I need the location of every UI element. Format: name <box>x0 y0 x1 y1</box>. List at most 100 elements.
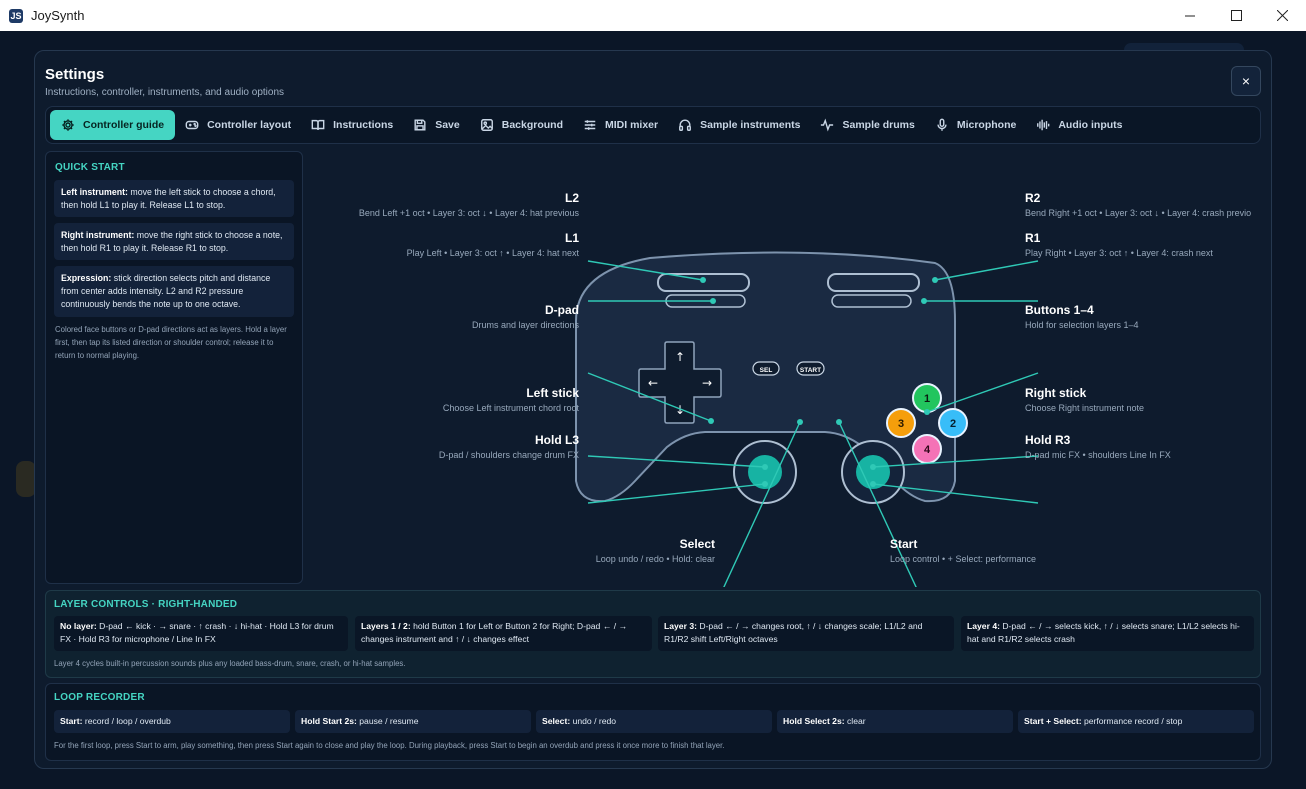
tab-save[interactable]: Save <box>403 110 470 140</box>
label-desc: D-pad mic FX • shoulders Line In FX <box>1025 450 1171 460</box>
modal-subtitle: Instructions, controller, instruments, a… <box>45 87 285 98</box>
anchor-dot-start <box>836 419 842 425</box>
tab-label: Save <box>435 119 460 131</box>
tab-microphone[interactable]: Microphone <box>925 110 1027 140</box>
maximize-button[interactable] <box>1213 0 1259 31</box>
label-title: R2 <box>1025 191 1041 205</box>
tab-midi-mixer[interactable]: MIDI mixer <box>573 110 668 140</box>
label-right-stick: Right stick Choose Right instrument note <box>1025 386 1144 413</box>
anchor-dot-r2 <box>932 277 938 283</box>
label-hold-l3: Hold L3 D-pad / shoulders change drum FX <box>439 433 579 460</box>
gamepad-icon <box>185 120 199 130</box>
layer-card: Layer 3: D-pad ← / → changes root, ↑ / ↓… <box>658 616 954 651</box>
maximize-icon <box>1230 10 1242 21</box>
quick-start-card: Right instrument: move the right stick t… <box>54 223 294 260</box>
anchor-dot-r1 <box>921 298 927 304</box>
label-desc: Choose Left instrument chord root <box>442 403 579 413</box>
label-desc: Play Left • Layer 3: oct ↑ • Layer 4: ha… <box>406 248 579 258</box>
layer-card: No layer: D-pad ← kick · → snare · ↑ cra… <box>54 616 348 651</box>
label-buttons: Buttons 1–4 Hold for selection layers 1–… <box>1025 303 1139 330</box>
card-heading: Layers 1 / 2: <box>361 621 411 631</box>
tab-label: Sample instruments <box>700 119 801 131</box>
label-title: Buttons 1–4 <box>1025 303 1094 317</box>
sliders-icon <box>584 120 596 130</box>
anchor-dot-l2 <box>700 277 706 283</box>
tab-audio-inputs[interactable]: Audio inputs <box>1026 110 1132 140</box>
quick-start-note: Colored face buttons or D-pad directions… <box>55 325 287 360</box>
tab-label: Instructions <box>333 119 394 131</box>
label-desc: Drums and layer directions <box>471 320 579 330</box>
loop-card: Start + Select: performance record / sto… <box>1018 710 1254 733</box>
card-heading: Left instrument: <box>61 187 128 197</box>
leader-line-hold-r3 <box>872 483 1039 504</box>
anchor-dot-left-stick <box>762 464 768 470</box>
label-desc: Hold for selection layers 1–4 <box>1025 320 1139 330</box>
tab-sample-drums[interactable]: Sample drums <box>810 110 924 140</box>
start-button-label: START <box>800 367 821 374</box>
label-l2: L2 Bend Left +1 oct • Layer 3: oct ↓ • L… <box>359 191 579 218</box>
label-title: R1 <box>1025 231 1041 245</box>
anchor-dot-select <box>797 419 803 425</box>
face-button-1-label: 1 <box>924 393 930 405</box>
dpad-up-arrow: ↑ <box>675 350 685 364</box>
layer-controls-note: Layer 4 cycles built-in percussion sound… <box>54 659 406 668</box>
loop-card: Hold Start 2s: pause / resume <box>295 710 531 733</box>
layer-controls-title: LAYER CONTROLS · RIGHT-HANDED <box>54 599 238 610</box>
card-heading: Hold Start 2s: <box>301 716 357 726</box>
card-text: undo / redo <box>570 716 617 726</box>
label-l1: L1 Play Left • Layer 3: oct ↑ • Layer 4:… <box>407 231 579 258</box>
background-panel <box>16 461 36 497</box>
card-text: clear <box>844 716 866 726</box>
r1-bumper <box>831 294 912 308</box>
tab-label: MIDI mixer <box>605 119 659 131</box>
card-heading: No layer: <box>60 621 97 631</box>
label-title: Hold R3 <box>1025 433 1071 447</box>
tab-controller-layout[interactable]: Controller layout <box>175 110 301 140</box>
label-title: Left stick <box>526 386 579 400</box>
card-heading: Right instrument: <box>61 230 135 240</box>
label-title: Select <box>679 537 715 551</box>
close-window-button[interactable] <box>1259 0 1305 31</box>
audio-bars-icon <box>1037 119 1050 131</box>
tab-instructions[interactable]: Instructions <box>301 110 403 140</box>
card-heading: Layer 4: <box>967 621 1000 631</box>
layer-controls-panel: LAYER CONTROLS · RIGHT-HANDED No layer: … <box>45 590 1261 678</box>
microphone-icon <box>937 118 947 131</box>
label-desc: Bend Right +1 oct • Layer 3: oct ↓ • Lay… <box>1025 208 1252 218</box>
anchor-dot-dpad <box>708 418 714 424</box>
face-button-4-label: 4 <box>924 444 931 456</box>
card-text: record / loop / overdub <box>82 716 171 726</box>
label-start: Start Loop control • + Select: performan… <box>890 537 1036 564</box>
book-icon <box>311 119 325 130</box>
label-desc: Loop control • + Select: performance <box>890 554 1036 564</box>
card-text: pause / resume <box>356 716 419 726</box>
anchor-dot-hold-l3 <box>762 481 768 487</box>
tab-background[interactable]: Background <box>470 110 573 140</box>
settings-modal: Settings Instructions, controller, instr… <box>34 50 1272 769</box>
label-hold-r3: Hold R3 D-pad mic FX • shoulders Line In… <box>1025 433 1171 460</box>
headphones-icon <box>679 119 692 131</box>
tab-controller-guide[interactable]: Controller guide <box>50 110 176 140</box>
anchor-dot-right-stick <box>870 464 876 470</box>
anchor-dot-hold-r3 <box>870 481 876 487</box>
card-heading: Hold Select 2s: <box>783 716 845 726</box>
close-settings-button[interactable]: × <box>1231 66 1261 96</box>
label-desc: Bend Left +1 oct • Layer 3: oct ↓ • Laye… <box>358 208 579 218</box>
dpad-right-arrow: → <box>702 376 712 390</box>
loop-card: Hold Select 2s: clear <box>777 710 1013 733</box>
loop-card: Start: record / loop / overdub <box>54 710 290 733</box>
label-title: L2 <box>564 191 579 205</box>
image-icon <box>480 119 493 131</box>
tab-label: Controller guide <box>83 119 165 131</box>
card-heading: Start: <box>60 716 83 726</box>
save-icon <box>414 119 426 131</box>
minimize-button[interactable] <box>1167 0 1213 31</box>
card-heading: Select: <box>542 716 571 726</box>
label-title: L1 <box>564 231 579 245</box>
label-title: Right stick <box>1025 386 1087 400</box>
tab-sample-instruments[interactable]: Sample instruments <box>668 110 810 140</box>
label-desc: Play Right • Layer 3: oct ↑ • Layer 4: c… <box>1025 248 1213 258</box>
loop-card: Select: undo / redo <box>536 710 772 733</box>
face-button-3-label: 3 <box>898 418 904 430</box>
tab-label: Background <box>501 119 563 131</box>
